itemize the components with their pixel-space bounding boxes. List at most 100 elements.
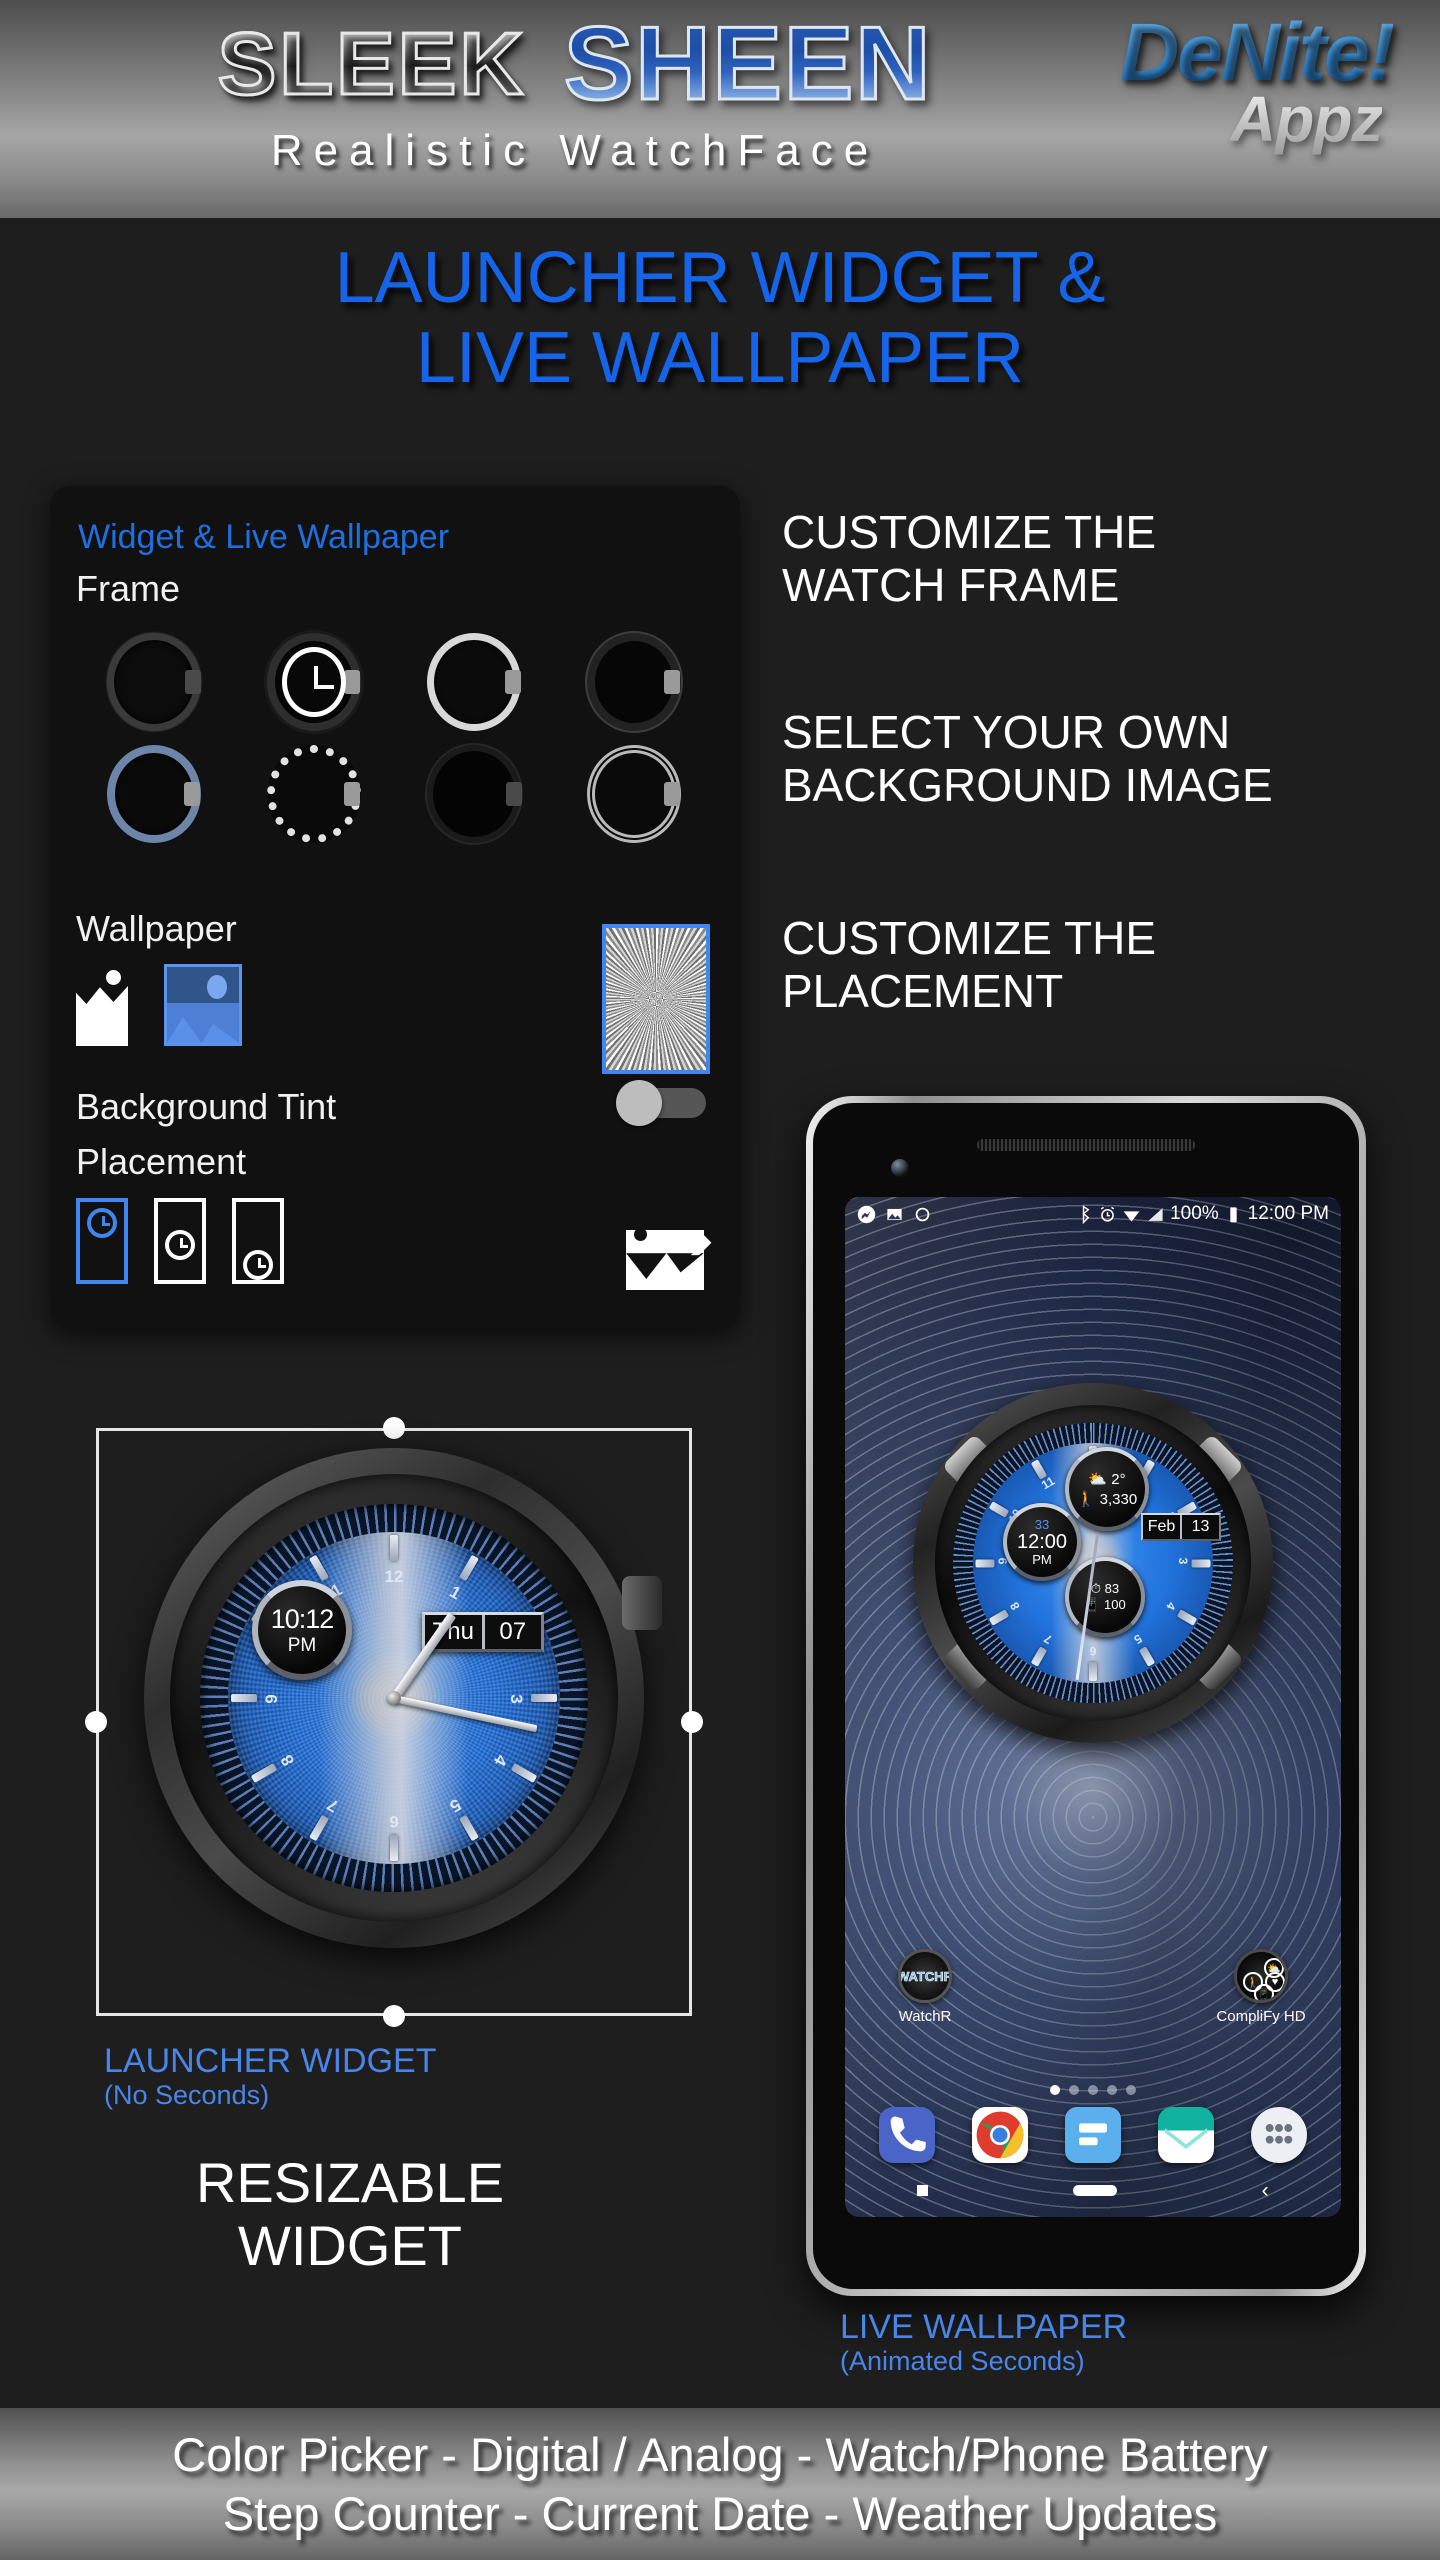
recents-icon[interactable] [917,2184,929,2196]
resize-handle-left[interactable] [85,1711,107,1733]
lug-icon [184,782,200,806]
phone-glyph [891,2116,927,2152]
battery-percent: 100% [1170,1203,1219,1224]
app-item-complify[interactable]: ⛅ 🚶 ♥ 📱 CompliFy HD [1215,1949,1307,2025]
placement-option-top[interactable] [76,1198,128,1284]
brand-row: SLEEK SHEEN [0,4,1150,124]
launcher-widget-caption-sub: (No Seconds) [104,2080,270,2110]
clock-icon [87,1208,117,1238]
status-bar-clock: 12:00 PM [1247,1203,1329,1224]
logo-sub-text: Appz [1230,83,1383,155]
frame-option-6[interactable] [234,738,394,850]
page-dot[interactable] [1088,2085,1098,2095]
weather-steps-subdial: ⛅ 2° 🚶 3,330 [1065,1447,1149,1531]
brand-tagline: Realistic WatchFace [270,126,880,175]
page-dot[interactable] [1107,2085,1117,2095]
placement-option-middle[interactable] [154,1198,206,1284]
back-icon[interactable]: ‹ [1262,2180,1269,2201]
placement-option-bottom[interactable] [232,1198,284,1284]
lug-icon [664,782,680,806]
resize-handle-bottom[interactable] [383,2005,405,2027]
lug-icon [505,670,521,694]
wallpaper-section-label: Wallpaper [76,908,237,949]
temperature: 2° [1111,1471,1126,1488]
image-share-icon[interactable]: ➔ [626,1216,714,1290]
footer-banner: Color Picker - Digital / Analog - Watch/… [0,2408,1440,2560]
hour-numeral: 6 [389,1812,399,1831]
resizable-line-1: RESIZABLE [195,2151,505,2214]
app-label: WatchR [898,2008,952,2025]
toggle-knob [616,1080,662,1126]
top-banner: SLEEK SHEEN Realistic WatchFace DeNite! … [0,0,1440,218]
hour-index [531,1694,557,1702]
lug-icon [664,670,680,694]
app-label: CompliFy HD [1216,2008,1306,2025]
frame-option-4[interactable] [554,626,714,738]
feature-text-1: CUSTOMIZE THE WATCH FRAME [782,506,1156,613]
widget-time: 10:12 [270,1603,335,1634]
sun-shape [207,975,227,999]
watch-ampm: PM [1032,1552,1052,1567]
placement-label: Placement [76,1141,247,1182]
plain-image-icon[interactable] [76,964,128,1046]
gallery-image-icon[interactable] [164,964,242,1046]
frame-option-5[interactable] [74,738,234,850]
resizable-line-2: WIDGET [238,2213,462,2277]
messages-icon[interactable] [1064,2107,1121,2163]
resize-handle-top[interactable] [383,1417,405,1439]
phone-screen[interactable]: 100% 12:00 PM 3 4 5 6 7 8 9 11 ⛅ 2° 🚶 3,… [845,1197,1341,2217]
feature-text-3: CUSTOMIZE THE PLACEMENT [782,912,1156,1019]
earpiece-speaker [977,1139,1195,1151]
hour-index [1089,1661,1097,1681]
feature-1-line-1: CUSTOMIZE THE [782,506,1156,558]
messenger-icon [857,1205,876,1223]
watch-battery: 83 [1104,1581,1120,1596]
widget-watch-face[interactable]: 121234567891011 10:12 PM Thu 07 [144,1448,662,1948]
clock-icon [243,1250,273,1280]
hour-numeral: 6 [1089,1644,1097,1658]
hour-numeral: 3 [507,1694,526,1704]
steps-row: 🚶 3,330 [1076,1491,1138,1508]
step-count: 3,330 [1099,1491,1138,1508]
frame-option-7[interactable] [394,738,554,850]
brand-word-sheen: SHEEN [563,4,933,123]
background-tint-toggle[interactable] [616,1080,706,1126]
headline-line-2: LIVE WALLPAPER [415,318,1025,398]
frame-option-2[interactable] [234,626,394,738]
status-bar: 100% 12:00 PM [845,1197,1341,1231]
hour-index [1191,1559,1211,1567]
headline-line-1: LAUNCHER WIDGET & [334,238,1106,318]
frame-option-8[interactable] [554,738,714,850]
phone-body: 100% 12:00 PM 3 4 5 6 7 8 9 11 ⛅ 2° 🚶 3,… [813,1103,1359,2289]
frame-beaded-silver-icon [267,745,361,843]
feature-2-line-1: SELECT YOUR OWN [782,706,1231,758]
settings-card-title: Widget & Live Wallpaper [78,518,450,556]
page-dot[interactable] [1050,2085,1060,2095]
digital-time-subdial: 33 12:00 PM [1003,1503,1081,1581]
email-icon[interactable] [1157,2107,1214,2163]
home-icon[interactable] [1072,2184,1117,2196]
frame-option-1[interactable] [74,626,234,738]
resizable-widget-text: RESIZABLE WIDGET [0,2151,700,2277]
status-bar-left [857,1205,932,1224]
app-drawer-icon[interactable] [1250,2107,1307,2163]
settings-card: Widget & Live Wallpaper Frame Wallpaper … [50,486,740,1329]
mountain-shape [167,1016,239,1043]
feature-2-line-2: BACKGROUND IMAGE [782,759,1273,812]
phone-mockup: 100% 12:00 PM 3 4 5 6 7 8 9 11 ⛅ 2° 🚶 3,… [806,1096,1366,2296]
page-dot[interactable] [1126,2085,1136,2095]
app-item-watchr[interactable]: WATCHR WatchR [879,1949,971,2025]
page-dot[interactable] [1069,2085,1079,2095]
phone-icon[interactable] [879,2107,936,2163]
digital-time-subdial: 10:12 PM [252,1580,352,1680]
lug-icon [344,782,360,806]
wallpaper-preview-thumbnail[interactable] [602,924,710,1074]
live-wallpaper-caption-sub: (Animated Seconds) [840,2346,1085,2376]
steps-top-value: 33 [1034,1517,1050,1532]
resize-handle-right[interactable] [681,1711,703,1733]
frame-options-grid [74,626,714,850]
chrome-icon[interactable] [972,2107,1029,2163]
frame-option-3[interactable] [394,626,554,738]
promo-page: SLEEK SHEEN Realistic WatchFace DeNite! … [0,0,1440,2560]
frame-section-label: Frame [76,568,181,609]
